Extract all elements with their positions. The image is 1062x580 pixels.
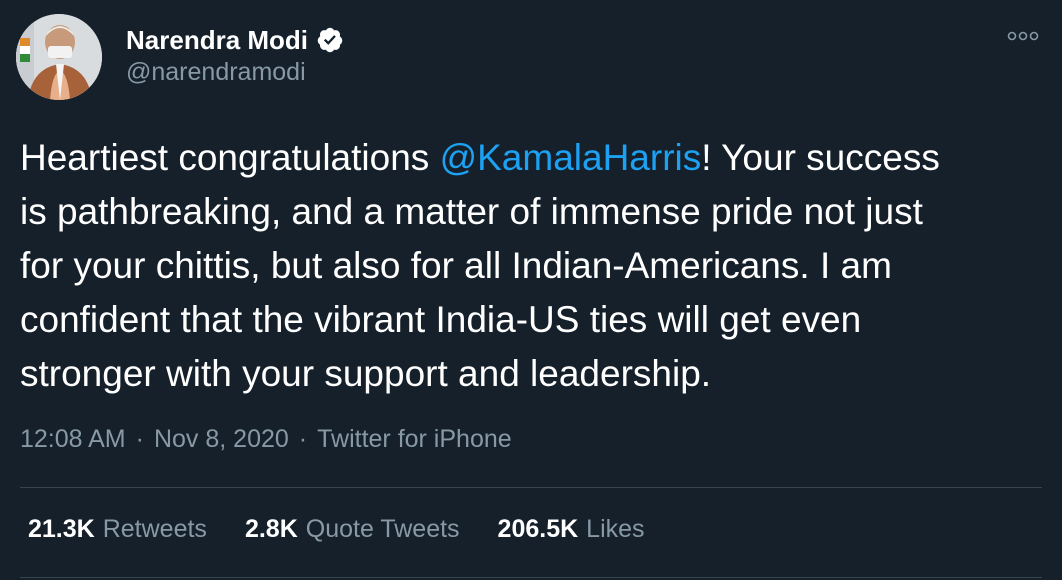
more-options-icon (1007, 31, 1039, 41)
tweet-text-line: confident that the vibrant India-US ties… (20, 299, 862, 340)
tweet-time[interactable]: 12:08 AM (20, 425, 126, 454)
tweet-text-line: is pathbreaking, and a matter of immense… (20, 191, 923, 232)
display-name[interactable]: Narendra Modi (126, 25, 308, 56)
meta-separator: · (135, 425, 144, 453)
retweets-label: Retweets (102, 515, 207, 543)
tweet-date[interactable]: Nov 8, 2020 (154, 425, 289, 454)
retweets-count: 21.3K (28, 515, 95, 543)
divider (20, 577, 1042, 578)
user-handle[interactable]: @narendramodi (126, 58, 306, 87)
quote-tweets-count: 2.8K (244, 515, 298, 543)
tweet-source-link[interactable]: Twitter for iPhone (317, 425, 512, 454)
retweets-stat[interactable]: 21.3K Retweets (28, 515, 207, 544)
divider (20, 487, 1042, 488)
avatar-image (16, 14, 102, 100)
tweet-meta: 12:08 AM · Nov 8, 2020 · Twitter for iPh… (20, 425, 512, 454)
tweet-text-line: Heartiest congratulations @KamalaHarris!… (20, 137, 940, 178)
more-options-button[interactable] (1006, 22, 1040, 50)
likes-stat[interactable]: 206.5K Likes (498, 515, 645, 544)
avatar[interactable] (16, 14, 102, 100)
tweet-card: Narendra Modi @narendramodi Heartiest co… (0, 0, 1062, 580)
mention-link[interactable]: @KamalaHarris (440, 137, 702, 178)
likes-label: Likes (586, 515, 645, 543)
verified-badge-icon (316, 26, 344, 54)
user-name-row: Narendra Modi (126, 24, 344, 56)
meta-separator: · (298, 425, 308, 453)
quote-tweets-stat[interactable]: 2.8K Quote Tweets (245, 515, 460, 544)
tweet-text: Heartiest congratulations @KamalaHarris!… (20, 131, 1050, 401)
quote-tweets-label: Quote Tweets (305, 515, 460, 543)
tweet-text-line: stronger with your support and leadershi… (20, 353, 712, 394)
likes-count: 206.5K (497, 515, 579, 543)
tweet-stats: 21.3K Retweets 2.8K Quote Tweets 206.5K … (28, 515, 645, 544)
tweet-text-line: for your chittis, but also for all India… (20, 245, 892, 286)
